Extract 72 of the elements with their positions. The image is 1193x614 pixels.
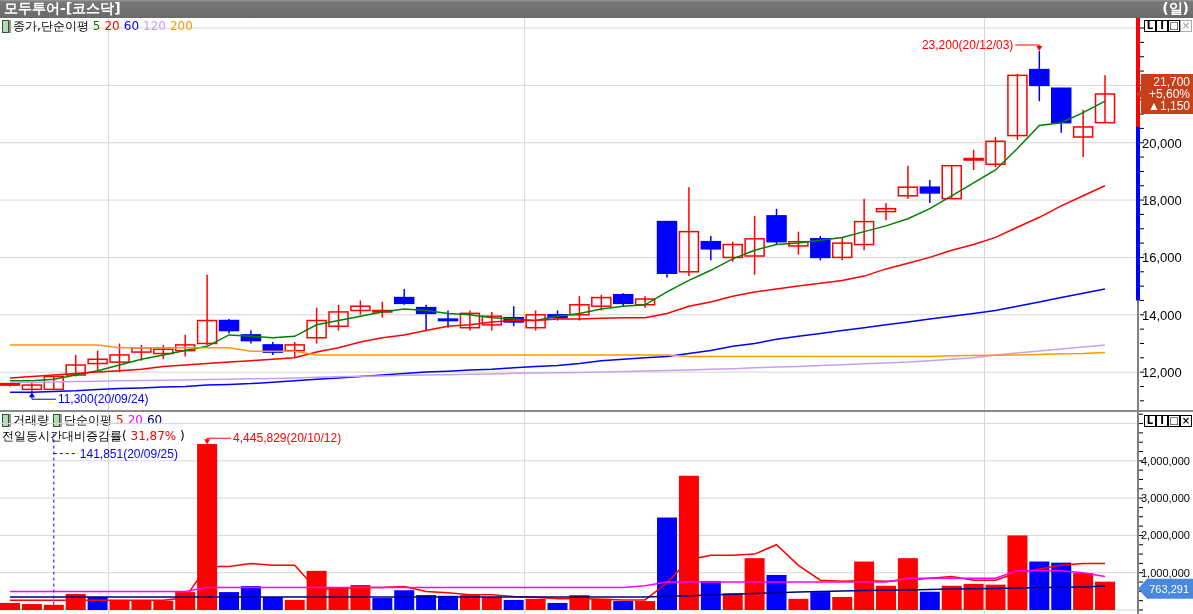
candlestick — [1072, 109, 1094, 158]
legend-period: 60 — [146, 414, 163, 427]
legend-icon — [53, 414, 60, 427]
axis-label: 3,000,000 — [1141, 492, 1190, 505]
current-volume: 763,291 — [1149, 582, 1189, 595]
candlestick — [612, 292, 634, 307]
annotation-leader — [28, 392, 57, 400]
volume-bar — [1073, 573, 1094, 610]
legend-period: 20 — [104, 20, 120, 33]
legend-period: 60 — [123, 20, 140, 33]
axis-label: 18,000 — [1142, 193, 1182, 209]
legend-period: 120 — [143, 20, 166, 33]
candlestick — [87, 349, 108, 372]
annotation-label: 23,200(20/12/03) — [921, 38, 1014, 52]
change-percent: +5,60% — [1148, 87, 1190, 101]
current-price: 21,700 — [1153, 75, 1190, 89]
volume-bar — [613, 601, 634, 610]
volume-tag — [1138, 578, 1193, 599]
panel-button[interactable]: □ — [1168, 415, 1180, 427]
axis-label: 2,000,000 — [1141, 529, 1190, 542]
panel-button[interactable]: L — [1144, 20, 1156, 32]
candlestick — [503, 305, 524, 327]
candlestick — [437, 309, 459, 329]
axis-label: 16,000 — [1142, 250, 1182, 266]
volume-bar — [109, 599, 130, 610]
axis-label: 12,000 — [1142, 365, 1182, 381]
volume-bar — [963, 583, 984, 610]
legend-icon — [2, 20, 9, 33]
annotation-label: 4,445,829(20/10/12) — [233, 431, 342, 446]
annotation-leader — [1014, 44, 1043, 51]
legend-period: 5 — [116, 414, 124, 427]
candlestick — [372, 301, 393, 319]
legend-period: 5 — [92, 20, 101, 33]
panel-button[interactable]: × — [1180, 415, 1192, 427]
legend-period: 20 — [127, 414, 143, 427]
volume-bar — [503, 599, 524, 610]
legend-label: 거래량 — [13, 414, 49, 427]
compare-value: 31,87% — [129, 430, 178, 443]
annotation-leader — [204, 437, 232, 445]
candlestick — [459, 309, 481, 332]
panel-button[interactable]: I — [1156, 20, 1168, 32]
volume-bar — [941, 585, 962, 610]
annotation-label: 141,851(20/09/25) — [79, 446, 178, 461]
volume-bar — [1095, 581, 1116, 610]
window-title: 모두투어-[코스닥] — [4, 0, 121, 18]
legend-label: 종가,단순이평 — [13, 20, 89, 33]
panel-button[interactable]: □ — [1168, 20, 1180, 32]
candlestick — [634, 295, 656, 309]
volume-bar — [1051, 562, 1072, 610]
axis-label: 1,000,000 — [1141, 566, 1190, 579]
panel-button[interactable]: I — [1156, 415, 1168, 427]
price-tag — [1136, 74, 1193, 114]
candlestick — [1094, 74, 1116, 124]
candlestick — [262, 341, 284, 356]
legend-label: 단순이평 — [64, 414, 112, 427]
compare-label: 전일동시간대비증감률( — [2, 430, 127, 443]
candlestick — [1050, 87, 1072, 134]
candlestick — [240, 329, 262, 345]
candlestick — [1029, 50, 1050, 102]
axis-label: 20,000 — [1142, 135, 1182, 151]
legend-icon — [2, 414, 9, 427]
panel-button[interactable]: L — [1144, 415, 1156, 427]
volume-bar — [131, 600, 152, 610]
candlestick — [481, 311, 503, 332]
annotation-label: 11,300(20/09/24) — [57, 392, 149, 407]
axis-label: 14,000 — [1142, 307, 1182, 323]
period-label: (일) — [1162, 0, 1189, 18]
candlestick — [810, 235, 831, 262]
compare-bracket: ) — [180, 430, 185, 443]
legend-period: 200 — [169, 20, 193, 33]
axis-label: 4,000,000 — [1141, 454, 1190, 467]
change-amount: ▲1,150 — [1148, 99, 1190, 113]
